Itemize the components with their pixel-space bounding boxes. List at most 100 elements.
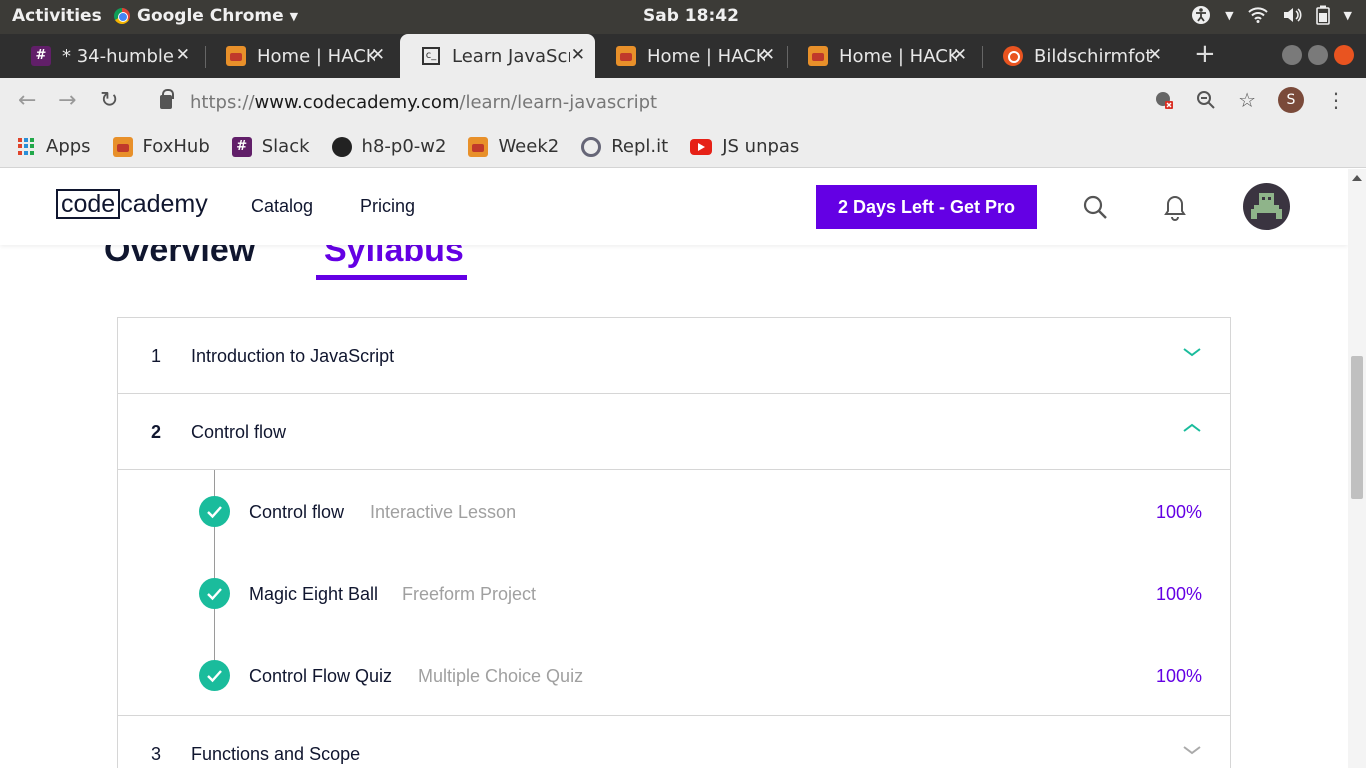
lesson-progress: 100%: [1155, 666, 1202, 686]
fox-icon: [807, 45, 829, 67]
close-icon[interactable]: ✕: [571, 45, 585, 65]
lesson-title: Magic Eight Ball: [249, 584, 379, 604]
close-icon[interactable]: ✕: [1148, 45, 1162, 65]
app-menu[interactable]: Google Chrome ▼: [114, 6, 298, 26]
browser-tab[interactable]: Home | HACKTIV8 ✕: [205, 34, 395, 78]
browser-tab-active[interactable]: c_ Learn JavaScript ✕: [400, 34, 595, 78]
lesson-list: Control flow Interactive Lesson 100% Mag…: [118, 470, 1230, 716]
tab-title: Home | HACKTIV8: [257, 45, 375, 67]
slack-icon: #: [231, 136, 252, 157]
reload-icon[interactable]: ↻: [100, 88, 118, 113]
activities-button[interactable]: Activities: [12, 6, 102, 26]
lesson-type: Freeform Project: [402, 584, 537, 604]
close-window-button[interactable]: [1334, 45, 1354, 65]
url-host: www.codecademy.com: [254, 91, 460, 113]
menu-dots-icon[interactable]: ⋮: [1326, 88, 1346, 112]
volume-icon: [1283, 8, 1302, 22]
accessibility-icon: [1192, 6, 1211, 24]
system-top-bar: Activities Google Chrome ▼ Sab 18:42 ▼ ▼: [0, 0, 1366, 34]
apps-grid-icon: [18, 137, 36, 156]
url-path: /learn/learn-javascript: [459, 91, 658, 113]
chrome-icon: [114, 8, 130, 24]
nav-pricing[interactable]: Pricing: [360, 196, 415, 217]
close-icon[interactable]: ✕: [176, 45, 190, 65]
blocked-cookie-icon[interactable]: [1154, 90, 1174, 110]
chevron-down-icon: [1183, 746, 1201, 755]
syllabus-list: 1 Introduction to JavaScript 2 Control f…: [117, 317, 1231, 768]
browser-tab[interactable]: Home | HACKTIV8 ✕: [787, 34, 977, 78]
codecademy-icon: c_: [420, 45, 442, 67]
slack-icon: #: [30, 45, 52, 67]
close-icon[interactable]: ✕: [761, 45, 775, 65]
unit-row[interactable]: 1 Introduction to JavaScript: [118, 318, 1230, 394]
tab-title: Bildschirmfoto: [1034, 45, 1152, 67]
back-arrow-icon[interactable]: ←: [18, 88, 36, 113]
bookmark-label: Week2: [498, 136, 560, 157]
bookmark-label: Apps: [46, 136, 91, 157]
chevron-down-icon: ▼: [289, 9, 299, 23]
logo-rest: cademy: [120, 189, 208, 218]
chevron-down-icon: [1183, 348, 1201, 357]
bookmark-replit[interactable]: Repl.it: [581, 136, 668, 157]
unit-number: 1: [151, 346, 162, 366]
lesson-item[interactable]: Control Flow Quiz Multiple Choice Quiz 1…: [118, 655, 1230, 695]
unit-title: Functions and Scope: [191, 744, 361, 764]
bookmark-foxhub[interactable]: FoxHub: [112, 136, 210, 157]
bookmark-h8-p0-w2[interactable]: h8-p0-w2: [331, 136, 447, 157]
new-tab-button[interactable]: +: [1194, 39, 1216, 69]
active-tab-indicator: [316, 275, 467, 280]
lesson-item[interactable]: Control flow Interactive Lesson 100%: [118, 491, 1230, 531]
bookmark-label: JS unpas: [722, 136, 800, 157]
address-bar-actions: ☆ S ⋮: [1154, 87, 1346, 113]
clock[interactable]: Sab 18:42: [643, 6, 739, 26]
url-input[interactable]: https:// www.codecademy.com /learn/learn…: [140, 85, 1270, 119]
tab-strip: # * 34-humble ✕ Home | HACKTIV8 ✕ c_ Lea…: [0, 34, 1366, 78]
scrollbar-thumb[interactable]: [1351, 356, 1363, 499]
browser-tab[interactable]: Bildschirmfoto ✕: [982, 34, 1172, 78]
url-scheme: https://: [190, 91, 255, 113]
fox-icon: [615, 45, 637, 67]
get-pro-button[interactable]: 2 Days Left - Get Pro: [816, 185, 1037, 229]
page-viewport: code cademy Catalog Pricing 2 Days Left …: [0, 169, 1348, 768]
unit-row[interactable]: 3 Functions and Scope: [118, 716, 1230, 768]
unit-title: Control flow: [191, 422, 287, 442]
lesson-type: Multiple Choice Quiz: [418, 666, 584, 686]
unit-row-expanded[interactable]: 2 Control flow: [118, 394, 1230, 470]
star-icon[interactable]: ☆: [1238, 88, 1256, 112]
system-tray[interactable]: ▼ ▼: [1191, 5, 1352, 25]
maximize-button[interactable]: [1308, 45, 1328, 65]
minimize-button[interactable]: [1282, 45, 1302, 65]
chevron-up-icon: [1183, 423, 1201, 432]
bookmark-label: Repl.it: [611, 136, 669, 157]
codecademy-logo[interactable]: code cademy: [56, 189, 208, 219]
tab-title: Home | HACKTIV8: [839, 45, 957, 67]
bell-icon[interactable]: [1164, 195, 1186, 221]
bookmark-label: Slack: [261, 136, 310, 157]
nav-catalog[interactable]: Catalog: [251, 196, 313, 217]
scroll-up-arrow[interactable]: [1352, 175, 1362, 181]
forward-arrow-icon[interactable]: →: [58, 88, 76, 113]
bookmark-label: h8-p0-w2: [361, 136, 447, 157]
bookmark-week2[interactable]: Week2: [468, 136, 559, 157]
bookmark-slack[interactable]: # Slack: [231, 136, 310, 157]
bookmark-js-unpas[interactable]: JS unpas: [690, 136, 799, 157]
browser-tab[interactable]: # * 34-humble ✕: [10, 34, 200, 78]
chevron-down-icon: ▼: [1343, 8, 1352, 22]
search-icon[interactable]: [1083, 195, 1108, 220]
profile-avatar[interactable]: S: [1278, 87, 1304, 113]
browser-tab[interactable]: Home | HACKTIV8 ✕: [595, 34, 785, 78]
bookmarks-bar: Apps FoxHub # Slack h8-p0-w2 Week2 Repl.…: [0, 126, 1366, 168]
zoom-icon[interactable]: [1196, 90, 1216, 110]
unit-number: 3: [151, 744, 162, 764]
lesson-item[interactable]: Magic Eight Ball Freeform Project 100%: [118, 573, 1230, 613]
tab-title: Home | HACKTIV8: [647, 45, 765, 67]
tab-title: * 34-humble: [62, 45, 174, 67]
bookmark-label: FoxHub: [142, 136, 210, 157]
close-icon[interactable]: ✕: [371, 45, 385, 65]
youtube-icon: [690, 138, 713, 155]
close-icon[interactable]: ✕: [953, 45, 967, 65]
bookmark-apps[interactable]: Apps: [18, 136, 91, 157]
avatar-image: [1251, 193, 1282, 219]
lesson-progress: 100%: [1155, 502, 1202, 522]
user-avatar[interactable]: [1243, 183, 1290, 230]
